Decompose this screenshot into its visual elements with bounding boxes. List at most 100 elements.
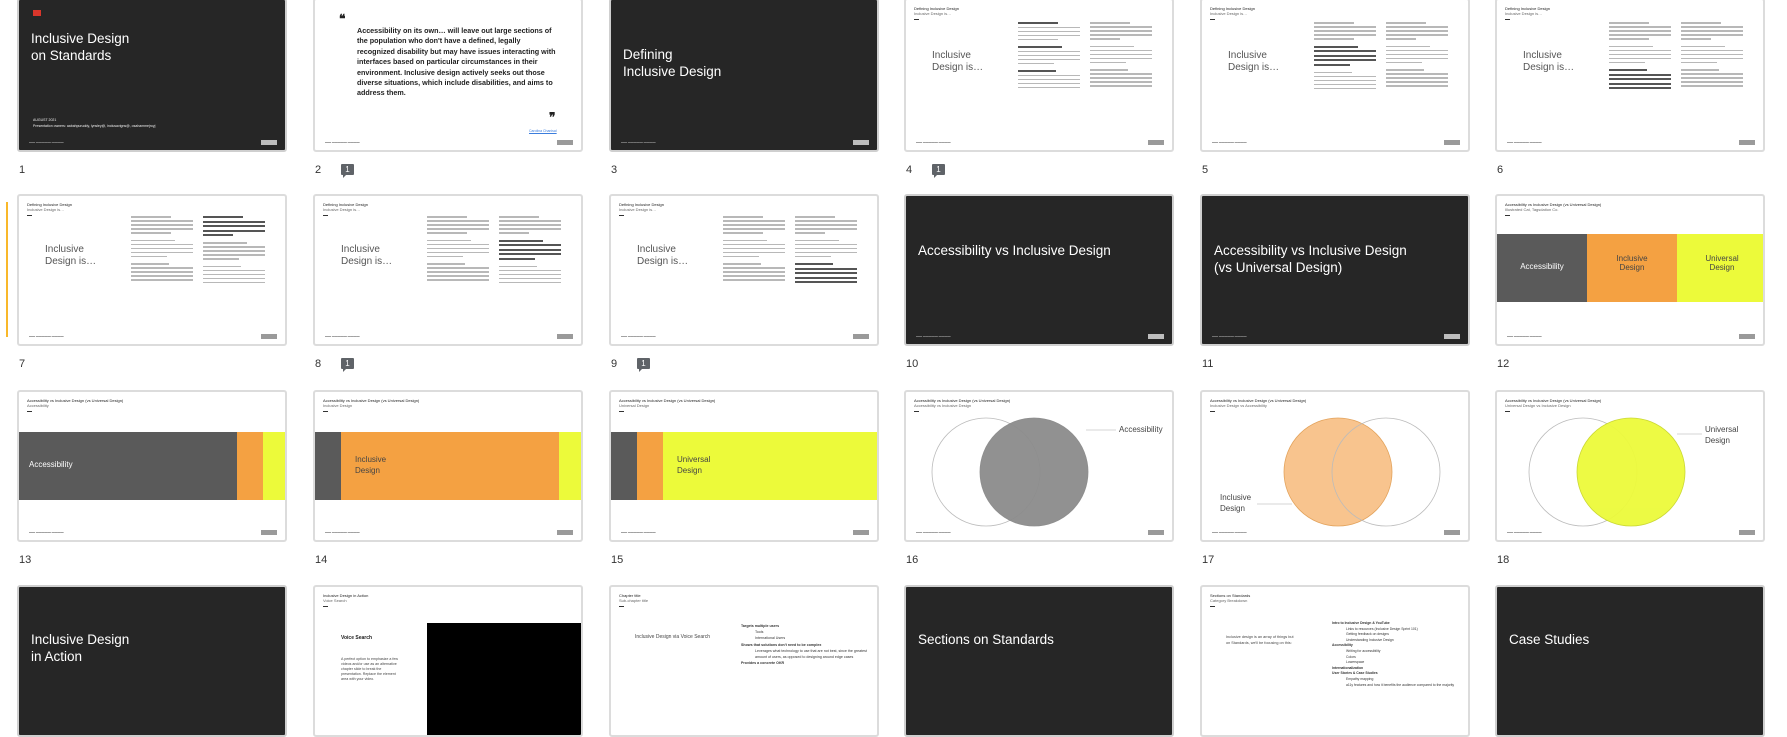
brand-logo-icon (557, 140, 573, 145)
outline-item: Leverages what technology to use that ar… (755, 648, 867, 660)
text-column-1 (1314, 22, 1376, 92)
slide-17-preview[interactable]: Accessibility vs Inclusive Design (vs Un… (1200, 390, 1470, 542)
slide-18-preview[interactable]: Accessibility vs Inclusive Design (vs Un… (1495, 390, 1765, 542)
slide-title: Accessibility vs Inclusive Design (vs Un… (1214, 243, 1407, 275)
slide-left-heading: Inclusive Design is… (45, 244, 97, 267)
slide-footer: ▬▬ ▬▬▬▬▬ ▬▬▬▬ (916, 334, 951, 338)
outline-item: a11y features and how it benefits the au… (1346, 682, 1455, 687)
slide-number: 17 (1202, 554, 1215, 566)
slide-footer: ▬▬ ▬▬▬▬▬ ▬▬▬▬ (621, 334, 656, 338)
slide-title: Inclusive Design on Standards (31, 31, 130, 63)
slide-quote: Accessibility on its own… will leave out… (357, 26, 556, 98)
slide-19-preview[interactable]: Inclusive Design in Action (17, 585, 287, 737)
venn-label: Accessibility (1119, 425, 1163, 434)
logo-icon (33, 10, 41, 16)
bar-label: Accessibility (29, 460, 73, 469)
slide-number: 10 (906, 358, 919, 370)
slide-number: 3 (611, 164, 618, 176)
inclusive-design-bar (637, 432, 663, 500)
slide-number: 6 (1497, 164, 1504, 176)
slide-left-heading: Inclusive Design is… (341, 244, 393, 267)
slide-number: 18 (1497, 554, 1510, 566)
outline-list: Intro to Inclusive Design & YouTube Link… (1332, 621, 1462, 688)
header-rule (619, 606, 624, 607)
comment-count-badge[interactable]: 1 (932, 164, 945, 178)
brand-logo-icon (853, 334, 869, 339)
header-rule (27, 215, 32, 216)
slide-header: Sections on Standards Category Breakdown (1210, 593, 1251, 603)
header-rule (1505, 19, 1510, 20)
slide-left-heading: Inclusive Design is… (637, 244, 689, 267)
slide-24-preview[interactable]: Case Studies (1495, 585, 1765, 737)
brand-logo-icon (1739, 334, 1755, 339)
brand-logo-icon (853, 140, 869, 145)
comment-count-badge[interactable]: 1 (341, 164, 354, 178)
bar-label: Inclusive Design (355, 455, 387, 475)
slide-footer: ▬▬ ▬▬▬▬▬ ▬▬▬▬ (916, 140, 951, 144)
slide-3-preview[interactable]: Defining Inclusive Design ▬▬ ▬▬▬▬▬ ▬▬▬▬ (609, 0, 879, 152)
brand-logo-icon (1148, 140, 1164, 145)
slide-16-preview[interactable]: Accessibility vs Inclusive Design (vs Un… (904, 390, 1174, 542)
slide-5-preview[interactable]: Defining Inclusive Design Inclusive Desig… (1200, 0, 1470, 152)
slide-15-preview[interactable]: Accessibility vs Inclusive Design (vs Un… (609, 390, 879, 542)
slide-4-preview[interactable]: Defining Inclusive Design Inclusive Desig… (904, 0, 1174, 152)
slide-footer: ▬▬ ▬▬▬▬▬ ▬▬▬▬ (325, 530, 360, 534)
header-rule (914, 19, 919, 20)
brand-logo-icon (557, 334, 573, 339)
slide-11-preview[interactable]: Accessibility vs Inclusive Design (vs Un… (1200, 194, 1470, 346)
slide-2-preview[interactable]: ❝ Accessibility on its own… will leave o… (313, 0, 583, 152)
slide-10-preview[interactable]: Accessibility vs Inclusive Design ▬▬ ▬▬▬… (904, 194, 1174, 346)
slide-22-preview[interactable]: Sections on Standards (904, 585, 1174, 737)
slide-number: 8 (315, 358, 322, 370)
slide-byline: Presentation owners: aabahpuruddy, lynsl… (33, 124, 156, 128)
text-column-2 (1681, 22, 1743, 89)
brand-logo-icon (261, 530, 277, 535)
comment-count-badge[interactable]: 1 (637, 358, 650, 372)
slide-9-preview[interactable]: Defining Inclusive Design Inclusive Desig… (609, 194, 879, 346)
slide-number: 13 (19, 554, 32, 566)
header-rule (323, 411, 328, 412)
slide-header: Inclusive Design in Action Voice Search (323, 593, 369, 603)
slide-1-preview[interactable]: Inclusive Design on Standards AUGUST 202… (17, 0, 287, 152)
selected-slide-indicator (6, 202, 8, 337)
slide-12-preview[interactable]: Accessibility vs Inclusive Design (vs Un… (1495, 194, 1765, 346)
slide-8-preview[interactable]: Defining Inclusive Design Inclusive Desig… (313, 194, 583, 346)
venn-label: Inclusive Design (1220, 493, 1252, 513)
venn-circle-accessibility (979, 417, 1089, 527)
slide-number: 5 (1202, 164, 1209, 176)
slide-20-preview[interactable]: Inclusive Design in Action Voice Search V… (313, 585, 583, 737)
slide-footer: ▬▬ ▬▬▬▬▬ ▬▬▬▬ (1212, 140, 1247, 144)
slide-number: 16 (906, 554, 919, 566)
slide-footer: ▬▬ ▬▬▬▬▬ ▬▬▬▬ (1507, 530, 1542, 534)
slide-number: 9 (611, 358, 618, 370)
slide-23-preview[interactable]: Sections on Standards Category Breakdown … (1200, 585, 1470, 737)
slide-left-heading: Inclusive Design is… (1523, 50, 1575, 73)
slide-header: Defining Inclusive Design Inclusive Desig… (27, 202, 72, 212)
comment-count-badge[interactable]: 1 (341, 358, 354, 372)
brand-logo-icon (1148, 530, 1164, 535)
slide-number: 15 (611, 554, 624, 566)
section-heading: Voice Search (341, 635, 373, 641)
slide-footer: ▬▬ ▬▬▬▬▬ ▬▬▬▬ (29, 140, 64, 144)
slide-13-preview[interactable]: Accessibility vs Inclusive Design (vs Un… (17, 390, 287, 542)
text-column-2 (1386, 22, 1448, 89)
text-column-1 (1018, 22, 1080, 91)
slide-footer: ▬▬ ▬▬▬▬▬ ▬▬▬▬ (29, 334, 64, 338)
brand-logo-icon (1148, 334, 1164, 339)
header-rule (1210, 606, 1215, 607)
slide-footer: ▬▬ ▬▬▬▬▬ ▬▬▬▬ (1212, 530, 1247, 534)
slide-header: Accessibility vs Inclusive Design (vs Un… (1505, 202, 1602, 212)
header-rule (27, 411, 32, 412)
slide-6-preview[interactable]: Defining Inclusive Design Inclusive Desig… (1495, 0, 1765, 152)
slide-7-preview[interactable]: Defining Inclusive Design Inclusive Desig… (17, 194, 287, 346)
slide-left-heading: Inclusive Design via Voice Search (635, 634, 711, 640)
slide-21-preview[interactable]: Chapter title Sub-chapter title Inclusive… (609, 585, 879, 737)
video-placeholder[interactable] (427, 623, 581, 735)
brand-logo-icon (261, 334, 277, 339)
slide-14-preview[interactable]: Accessibility vs Inclusive Design (vs Un… (313, 390, 583, 542)
brand-logo-icon (1444, 530, 1460, 535)
bar-graphic: Universal Design (611, 432, 877, 500)
slide-header: Chapter title Sub-chapter title (619, 593, 649, 603)
header-rule (619, 215, 624, 216)
slide-number: 2 (315, 164, 322, 176)
